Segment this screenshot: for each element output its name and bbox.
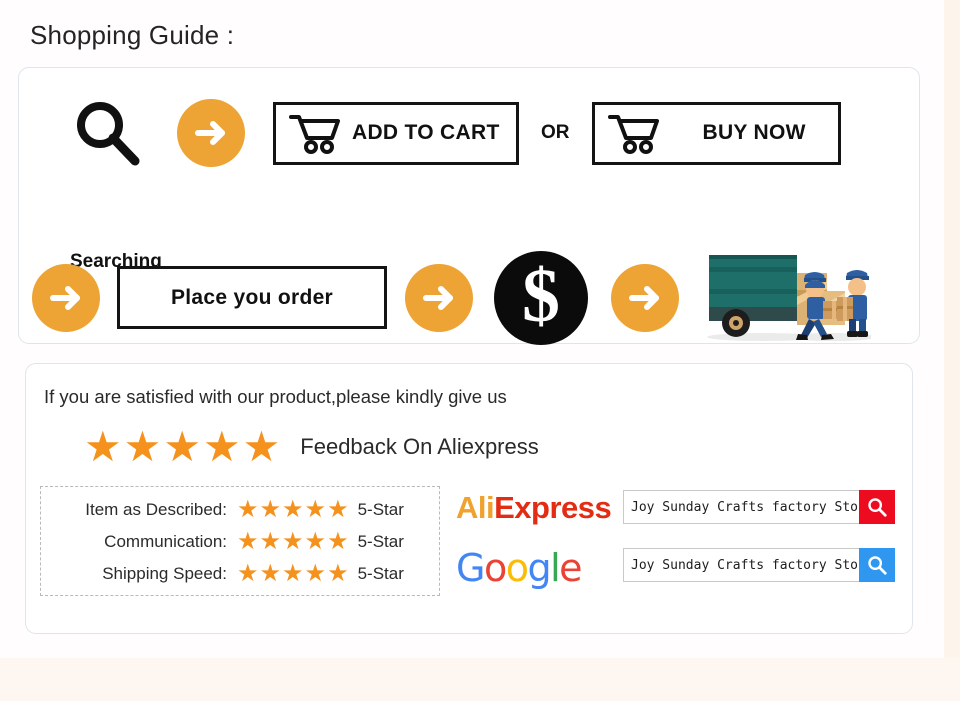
shopping-steps-card: ADD TO CART OR BUY NOW Searching Place y… [18, 67, 920, 345]
add-to-cart-button[interactable]: ADD TO CART [273, 101, 519, 165]
google-logo-part-2: o [483, 546, 507, 590]
star-icon: ★ [327, 496, 349, 523]
google-search-box[interactable]: Joy Sunday Crafts factory Store [623, 548, 895, 582]
arrow-right-icon [177, 99, 245, 167]
star-icon: ★ [282, 528, 304, 555]
aliexpress-brand: AliExpress [456, 490, 612, 526]
feedback-card: If you are satisfied with our product,pl… [25, 363, 913, 634]
table-row: Shipping Speed: ★ ★ ★ ★ ★ 5-Star [51, 558, 429, 590]
google-logo-part-6: e [559, 546, 582, 590]
star-icon: ★ [304, 528, 327, 555]
arrow-right-icon [611, 263, 679, 332]
steps-row-1: ADD TO CART OR BUY NOW [70, 96, 841, 170]
rating-label: Shipping Speed: [102, 564, 227, 583]
star-icon: ★ [259, 496, 282, 523]
google-logo-part-3: o [505, 546, 529, 590]
rating-value: 5-Star [357, 500, 404, 519]
star-icon: ★ [327, 560, 349, 587]
rating-stars: ★ ★ ★ ★ ★ [237, 530, 350, 554]
table-row: Item as Described: ★ ★ ★ ★ ★ 5-Star [51, 494, 429, 526]
rating-stars: ★ ★ ★ ★ ★ [237, 498, 350, 522]
magnifier-icon [70, 96, 144, 170]
bottom-cream-band [0, 658, 960, 701]
feedback-intro-text: If you are satisfied with our product,pl… [44, 386, 507, 407]
search-input[interactable]: Joy Sunday Crafts factory Store [624, 491, 859, 523]
google-logo-part-5: l [550, 546, 561, 590]
google-logo-part-4: g [527, 546, 551, 590]
buy-now-label: BUY NOW [702, 121, 806, 144]
arrow-right-icon [32, 263, 100, 332]
star-icon: ★ [327, 528, 349, 555]
aliexpress-logo-part-2: Express [494, 490, 612, 525]
right-cream-rail [944, 0, 960, 658]
search-icon [868, 556, 887, 575]
star-icon: ★ [163, 423, 201, 470]
aliexpress-search-box[interactable]: Joy Sunday Crafts factory Store [623, 490, 895, 524]
dollar-glyph: $ [522, 253, 560, 338]
feedback-caption: Feedback On Aliexpress [300, 434, 539, 459]
arrow-right-icon [405, 263, 473, 332]
rating-stars: ★ ★ ★ ★ ★ [237, 562, 350, 586]
star-icon: ★ [237, 560, 259, 587]
search-icon [868, 498, 887, 517]
search-button[interactable] [859, 548, 895, 582]
dollar-coin-icon: $ [494, 250, 588, 345]
aliexpress-logo: AliExpress [456, 490, 612, 526]
google-logo-part-1: G [456, 546, 485, 590]
rating-value: 5-Star [357, 532, 404, 551]
rating-label: Item as Described: [85, 500, 227, 519]
star-icon: ★ [123, 423, 162, 470]
add-to-cart-label: ADD TO CART [352, 121, 500, 144]
star-icon: ★ [259, 560, 282, 587]
google-brand: Google [456, 546, 583, 590]
ratings-table: Item as Described: ★ ★ ★ ★ ★ 5-Star Comm… [40, 486, 440, 596]
or-separator: OR [541, 122, 570, 143]
rating-value: 5-Star [357, 564, 404, 583]
star-icon: ★ [237, 496, 259, 523]
star-icon: ★ [242, 423, 281, 470]
page-root: Shopping Guide : ADD TO CART OR BUY NOW … [0, 0, 960, 701]
place-order-button[interactable]: Place you order [117, 266, 387, 329]
star-icon: ★ [304, 496, 327, 523]
delivery-truck-icon [701, 245, 877, 350]
star-icon: ★ [259, 528, 282, 555]
page-title: Shopping Guide : [30, 20, 235, 50]
search-button[interactable] [859, 490, 895, 524]
aliexpress-logo-part-1: Ali [456, 490, 495, 525]
search-input[interactable]: Joy Sunday Crafts factory Store [624, 549, 859, 581]
star-icon: ★ [202, 423, 241, 470]
rating-label: Communication: [104, 532, 227, 551]
google-logo: Google [456, 546, 583, 590]
place-order-label: Place you order [170, 285, 334, 309]
star-icon: ★ [282, 560, 304, 587]
star-icon: ★ [282, 496, 304, 523]
table-row: Communication: ★ ★ ★ ★ ★ 5-Star [51, 526, 429, 558]
star-icon: ★ [84, 423, 122, 470]
star-icon: ★ [304, 560, 327, 587]
shopping-cart-icon [607, 115, 659, 154]
star-icon: ★ [237, 528, 259, 555]
steps-row-2: Place you order $ [32, 245, 877, 350]
shopping-cart-icon [289, 115, 340, 154]
buy-now-button[interactable]: BUY NOW [591, 101, 841, 165]
feedback-stars-row: ★ ★ ★ ★ ★ Feedback On Aliexpress [84, 426, 539, 468]
